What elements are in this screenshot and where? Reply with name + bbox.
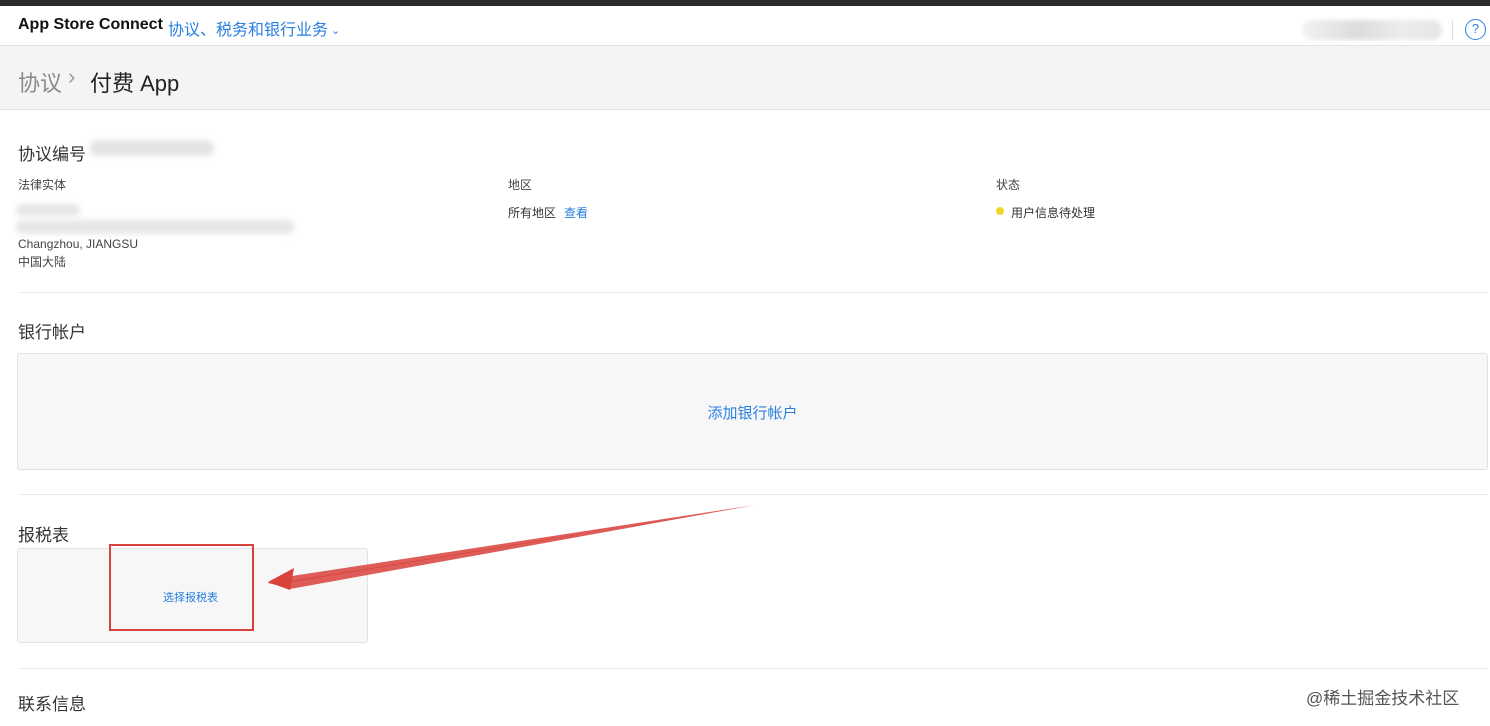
annotation-arrow-head bbox=[268, 568, 294, 590]
annotation-arrow-shaft bbox=[290, 505, 755, 589]
section-divider bbox=[18, 668, 1488, 669]
annotation-arrow bbox=[268, 505, 758, 590]
watermark: @稀土掘金技术社区 bbox=[1306, 689, 1460, 708]
contact-info-title: 联系信息 bbox=[18, 695, 86, 714]
